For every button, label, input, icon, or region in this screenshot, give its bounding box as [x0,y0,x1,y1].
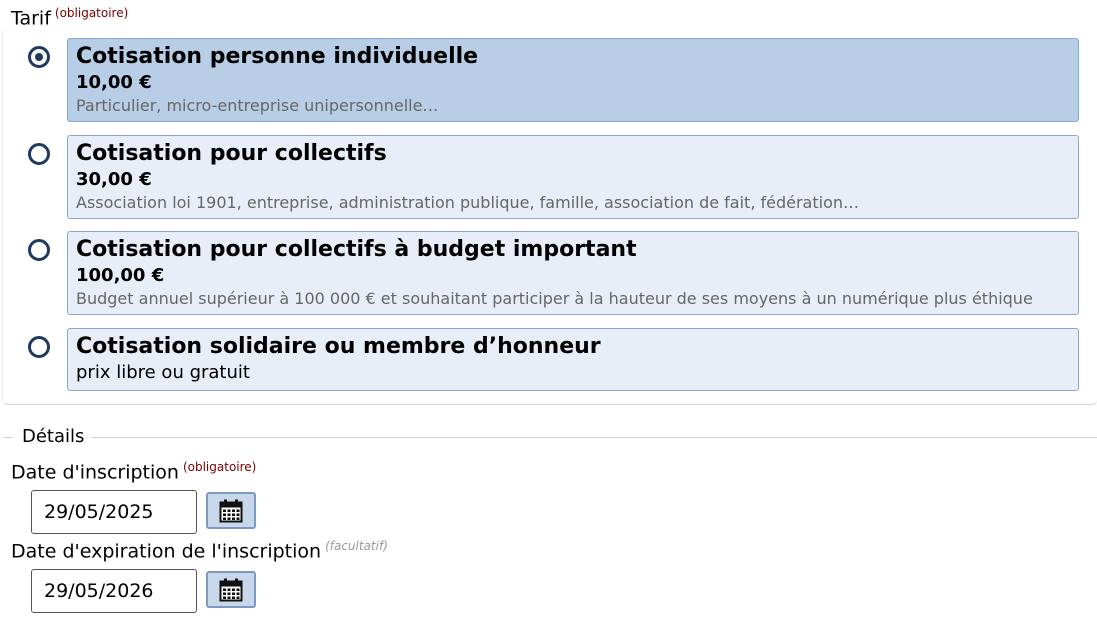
option-title: Cotisation pour collectifs [76,141,387,166]
date-expiration-label: Date d'expiration de l'inscription (facul… [11,539,388,562]
tarif-label: Tarif (obligatoire) [11,6,128,29]
option-price: 30,00 € [76,169,152,190]
radio-collectifs[interactable] [28,143,50,165]
option-title: Cotisation personne individuelle [76,44,479,69]
fieldset-border [92,437,1097,438]
calendar-icon [219,578,243,601]
fieldset-border [3,437,12,438]
optional-marker: (facultatif) [325,539,388,553]
date-expiration-input[interactable]: 29/05/2026 [31,569,197,613]
date-inscription-calendar-button[interactable] [206,492,256,529]
option-description: Association loi 1901, entreprise, admini… [76,193,860,212]
option-solidaire[interactable]: Cotisation solidaire ou membre d’honneur… [67,328,1079,391]
radio-individuelle[interactable] [28,46,50,68]
option-title: Cotisation pour collectifs à budget impo… [76,237,637,262]
option-title: Cotisation solidaire ou membre d’honneur [76,334,601,359]
tarif-label-text: Tarif [11,7,51,30]
option-note: prix libre ou gratuit [76,362,250,383]
calendar-icon [219,499,243,522]
option-collectifs[interactable]: Cotisation pour collectifs 30,00 € Assoc… [67,135,1079,219]
option-price: 100,00 € [76,265,165,286]
date-expiration-calendar-button[interactable] [206,571,256,608]
required-marker: (obligatoire) [182,460,257,474]
date-inscription-label: Date d'inscription (obligatoire) [11,460,256,483]
date-inscription-input[interactable]: 29/05/2025 [31,490,197,534]
date-expiration-label-text: Date d'expiration de l'inscription [11,540,322,563]
option-individuelle[interactable]: Cotisation personne individuelle 10,00 €… [67,38,1079,122]
date-inscription-label-text: Date d'inscription [11,461,179,484]
option-budget-important[interactable]: Cotisation pour collectifs à budget impo… [67,231,1079,315]
details-legend: Détails [21,426,86,447]
radio-budget-important[interactable] [28,239,50,261]
required-marker: (obligatoire) [54,6,129,20]
option-description: Particulier, micro-entreprise unipersonn… [76,96,439,115]
radio-solidaire[interactable] [28,336,50,358]
option-description: Budget annuel supérieur à 100 000 € et s… [76,289,1033,308]
option-price: 10,00 € [76,72,152,93]
